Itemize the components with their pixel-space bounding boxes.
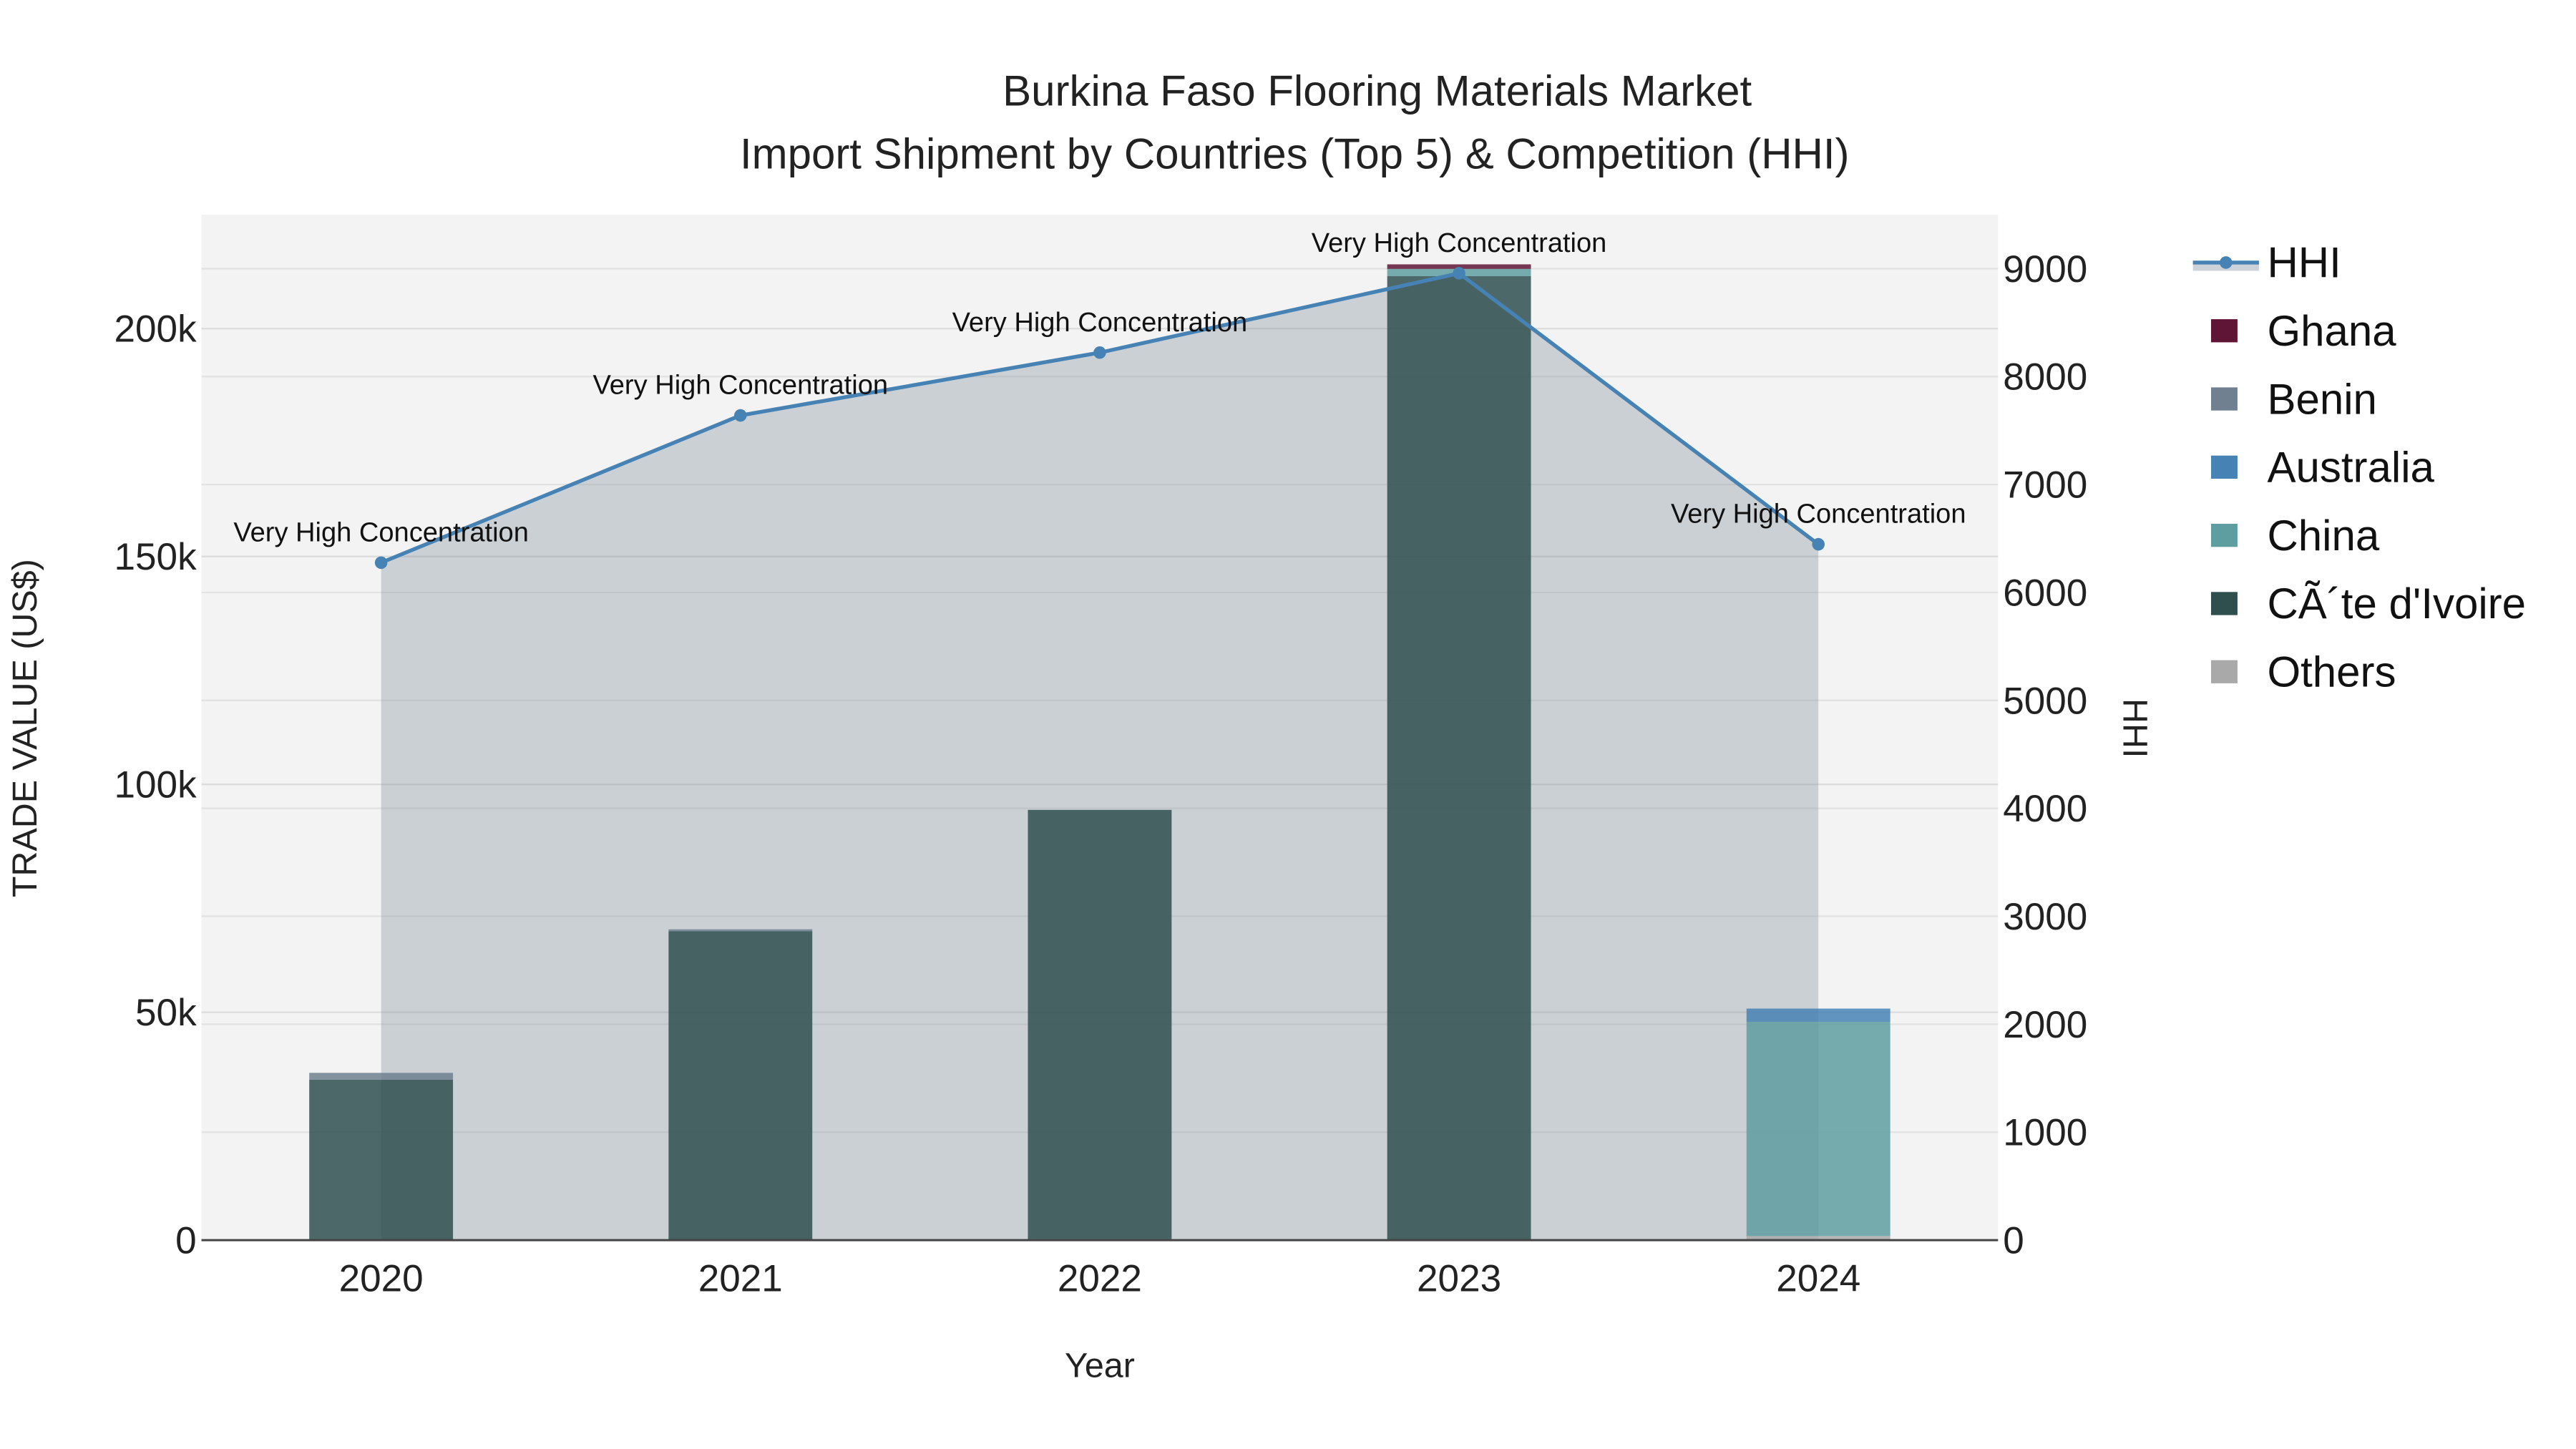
y2-tick-label: 8000	[2003, 356, 2087, 399]
y-tick-label: 100k	[114, 764, 197, 806]
hhi-point-2021	[734, 409, 747, 422]
hhi-annotation-2021: Very High Concentration	[592, 371, 888, 401]
hhi-annotation-2020: Very High Concentration	[233, 517, 529, 547]
hhi-point-2023	[1453, 267, 1465, 280]
y2-tick-label: 2000	[2003, 1004, 2087, 1046]
legend-swatch-c-te-d-ivoire	[2211, 592, 2238, 615]
x-tick-label: 2022	[1058, 1258, 1142, 1300]
bar-c-te-d-ivoire-2023	[1387, 275, 1531, 1241]
y2-tick-label: 7000	[2003, 464, 2087, 507]
bar-c-te-d-ivoire-2020	[309, 1079, 454, 1241]
legend-label-benin: Benin	[2267, 375, 2376, 423]
x-tick-label: 2023	[1417, 1258, 1501, 1300]
legend-swatch-ghana	[2211, 319, 2238, 343]
y2-axis-title: HHI	[2116, 698, 2155, 758]
legend-label-china: China	[2267, 512, 2379, 560]
legend-label-hhi: HHI	[2267, 239, 2341, 287]
bar-c-te-d-ivoire-2022	[1028, 809, 1172, 1239]
y2-tick-label: 1000	[2003, 1112, 2087, 1154]
hhi-point-2020	[374, 556, 388, 570]
y-axis-title: TRADE VALUE (US$)	[6, 559, 44, 897]
legend-swatch-others	[2211, 660, 2238, 683]
hhi-annotation-2024: Very High Concentration	[1671, 499, 1966, 530]
bar-c-te-d-ivoire-2021	[668, 931, 813, 1241]
legend-label-c-te-d-ivoire: CÃ´te d'Ivoire	[2267, 580, 2526, 628]
bar-benin-2020	[309, 1073, 454, 1080]
y2-tick-label: 5000	[2003, 680, 2087, 722]
legend-label-ghana: Ghana	[2267, 307, 2396, 355]
legend-hhi-marker	[2220, 256, 2233, 269]
y2-tick-label: 9000	[2003, 248, 2087, 291]
bar-australia-2024	[1746, 1008, 1890, 1022]
hhi-annotation-2023: Very High Concentration	[1312, 228, 1607, 258]
chart: Very High Concentration Very High Concent…	[6, 67, 2526, 1385]
hhi-point-2022	[1093, 346, 1106, 359]
legend-label-others: Others	[2267, 648, 2396, 696]
bar-benin-2021	[668, 929, 813, 932]
legend-label-australia: Australia	[2267, 444, 2434, 492]
legend-swatch-benin	[2211, 387, 2238, 411]
hhi-point-2024	[1812, 537, 1825, 551]
y-tick-label: 200k	[114, 308, 197, 351]
bar-china-2024	[1746, 1021, 1890, 1236]
legend-swatch-china	[2211, 524, 2238, 547]
chart-subtitle: Import Shipment by Countries (Top 5) & C…	[740, 130, 1850, 177]
x-tick-label: 2020	[339, 1258, 424, 1300]
x-tick-label: 2024	[1776, 1258, 1860, 1300]
y-tick-label: 150k	[114, 536, 197, 578]
y-tick-label: 50k	[135, 992, 197, 1034]
y2-tick-label: 0	[2003, 1220, 2024, 1262]
x-tick-label: 2021	[698, 1258, 783, 1300]
y2-tick-label: 4000	[2003, 788, 2087, 830]
y-tick-label: 0	[175, 1220, 197, 1262]
chart-title: Burkina Faso Flooring Materials Market	[1002, 67, 1752, 115]
legend-swatch-australia	[2211, 455, 2238, 479]
y2-tick-label: 6000	[2003, 572, 2087, 614]
y2-tick-label: 3000	[2003, 896, 2087, 938]
hhi-annotation-2022: Very High Concentration	[952, 308, 1248, 338]
x-axis-title: Year	[1065, 1347, 1135, 1385]
